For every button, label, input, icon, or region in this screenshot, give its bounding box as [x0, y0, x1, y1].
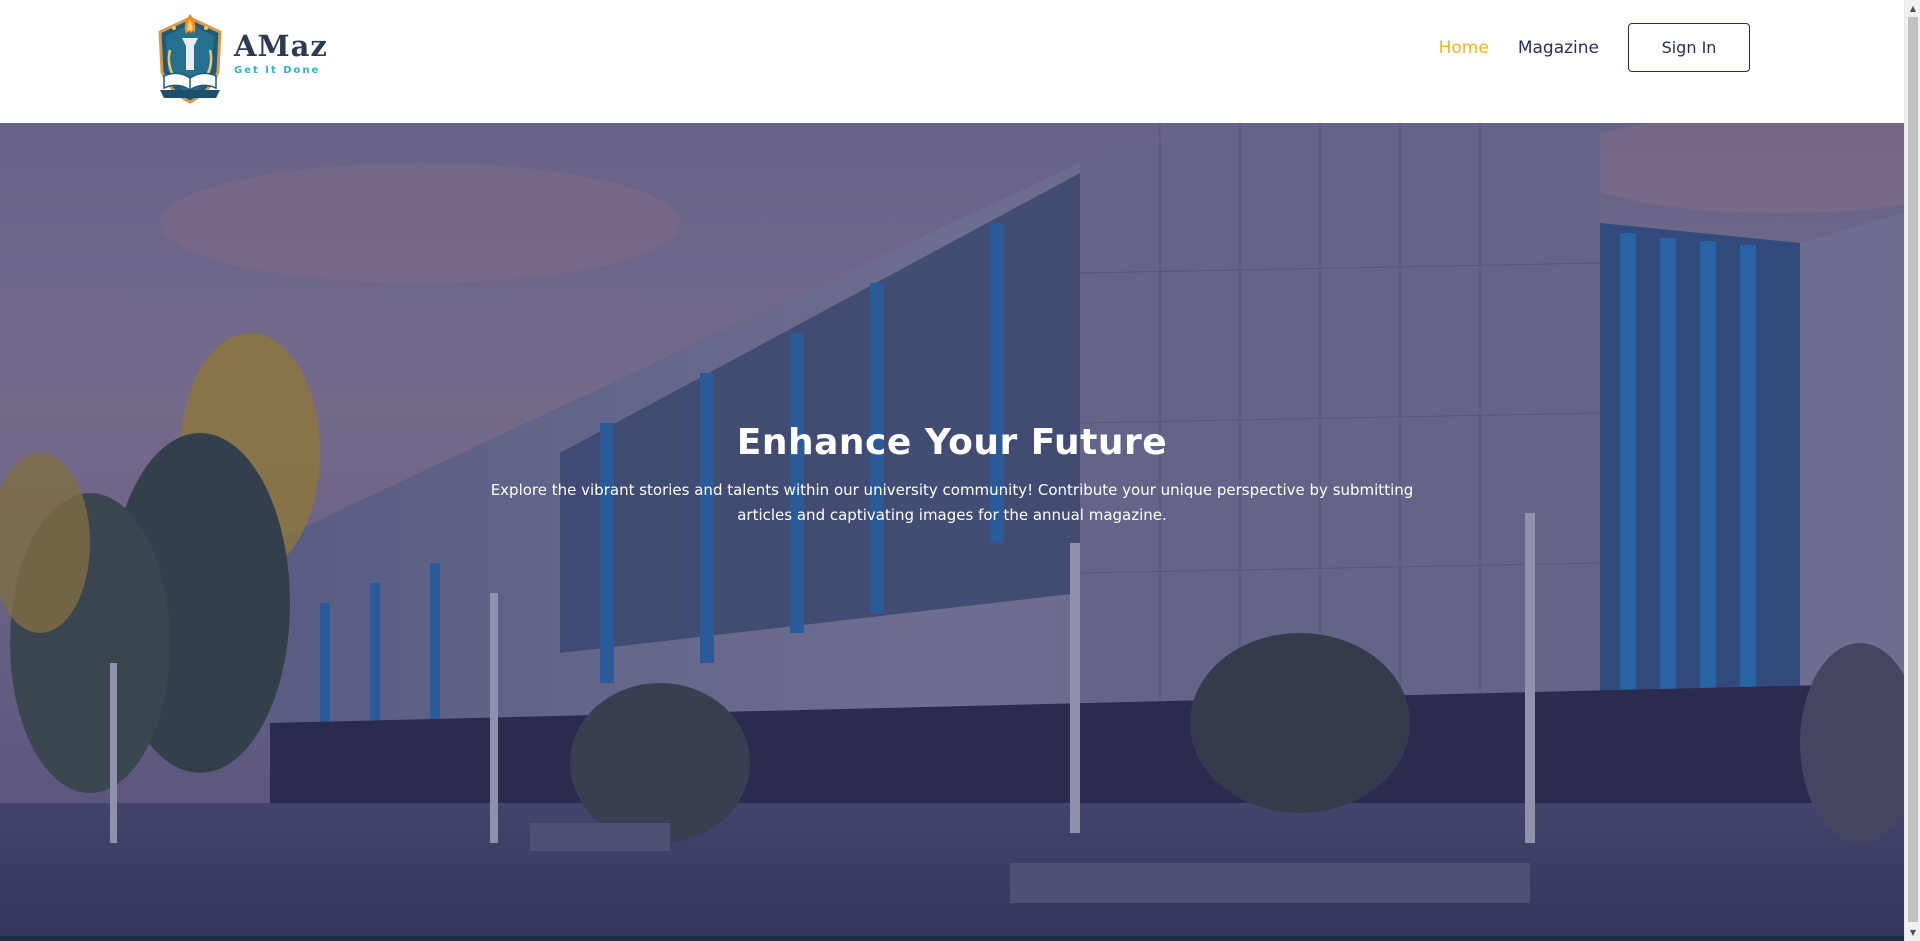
sign-in-button[interactable]: Sign In — [1628, 23, 1750, 72]
hero-subtitle: Explore the vibrant stories and talents … — [490, 481, 1414, 525]
nav-link-home[interactable]: Home — [1439, 38, 1489, 58]
hero-section: Enhance Your Future Explore the vibrant … — [0, 123, 1904, 941]
nav-link-magazine[interactable]: Magazine — [1518, 38, 1599, 58]
torch-book-shield-logo-icon — [158, 14, 222, 104]
brand-name: AMaz — [234, 29, 328, 63]
site-header: AMaz Get It Done Home Magazine Sign In — [0, 0, 1904, 123]
scrollbar-thumb[interactable] — [1908, 17, 1918, 922]
main-nav: Home Magazine Sign In — [1439, 23, 1750, 72]
hero-title: Enhance Your Future — [736, 422, 1168, 463]
scroll-down-arrow-icon[interactable]: ▼ — [1905, 924, 1920, 941]
hero-overlay — [0, 123, 1904, 941]
scroll-up-arrow-icon[interactable]: ▲ — [1905, 0, 1920, 17]
hero-bottom-strip — [0, 936, 1904, 941]
page-scrollbar[interactable]: ▲ ▼ — [1904, 0, 1920, 941]
brand-tagline: Get It Done — [234, 65, 321, 76]
brand-logo[interactable]: AMaz Get It Done — [152, 10, 328, 104]
hero-content: Enhance Your Future Explore the vibrant … — [0, 421, 1904, 528]
